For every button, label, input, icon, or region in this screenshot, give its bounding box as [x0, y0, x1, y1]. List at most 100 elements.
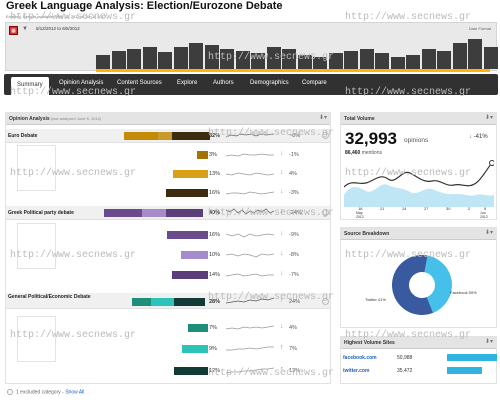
- panel-header: Opinion Analysis (last analyzed June 5, …: [6, 113, 330, 125]
- watermark: http://www.secnews.gr: [10, 12, 137, 23]
- sparkline: [226, 273, 274, 277]
- download-icon[interactable]: ⬇▾: [485, 115, 493, 122]
- download-icon[interactable]: ⬇▾: [319, 115, 327, 122]
- tick: 2: [468, 206, 471, 211]
- month-label: Jun 2012: [480, 211, 488, 219]
- panel-title: Total Volume: [344, 116, 375, 122]
- arrow-down-icon: ↓: [280, 323, 284, 330]
- arrow-down-icon: ↓: [469, 134, 472, 140]
- tab-demographics[interactable]: Demographics: [250, 80, 289, 86]
- bar: [167, 231, 208, 239]
- mentions-label: mentions: [361, 150, 382, 156]
- timeline-bar: [437, 51, 451, 69]
- site-bar: [447, 367, 482, 374]
- row-pct: 3%: [209, 152, 217, 158]
- latest-point[interactable]: [489, 160, 495, 166]
- stack-segment: [166, 209, 203, 217]
- panel-title: Opinion Analysis: [9, 116, 50, 122]
- watermark: http://www.secnews.gr: [208, 52, 335, 63]
- row-change: -8%: [289, 252, 299, 258]
- arrow-down-icon: ↓: [280, 230, 284, 237]
- panel-header: Source Breakdown ⬇▾: [341, 228, 496, 240]
- bar: [173, 170, 208, 178]
- bar: [188, 324, 208, 332]
- panel-header: Total Volume ⬇▾: [341, 113, 496, 125]
- site-link[interactable]: twitter.com: [343, 368, 369, 374]
- row-change: -9%: [289, 232, 299, 238]
- circle-icon: [7, 389, 13, 395]
- tick: 24: [402, 206, 407, 211]
- opinion-analysis-panel: Opinion Analysis (last analyzed June 5, …: [5, 112, 331, 384]
- watermark: http://www.secnews.gr: [345, 87, 472, 98]
- bar: [172, 271, 208, 279]
- watermark: http://www.secnews.gr: [208, 292, 335, 303]
- timeline-bar: [173, 47, 188, 69]
- tab-compare[interactable]: Compare: [302, 80, 327, 86]
- mentions-count: 86,460: [345, 150, 361, 156]
- download-icon[interactable]: ⬇▾: [485, 230, 493, 237]
- watermark: http://www.secnews.gr: [345, 168, 472, 179]
- stack-segment: [142, 209, 166, 217]
- row-pct: 10%: [209, 252, 221, 258]
- timeline-slider-track[interactable]: [96, 69, 490, 72]
- calendar-icon[interactable]: ▦: [9, 26, 18, 35]
- sparkline: [226, 253, 274, 258]
- timeline-bar: [96, 55, 110, 69]
- opinions-label: opinions: [404, 137, 429, 144]
- highest-volume-sites-panel: Highest Volume Sites ⬇▾ facebook.com 50,…: [340, 336, 497, 384]
- page-title: Greek Language Analysis: Election/Eurozo…: [6, 0, 283, 12]
- volume-chart: [344, 160, 495, 207]
- mentions-area: [344, 184, 494, 207]
- tab-explore[interactable]: Explore: [177, 80, 197, 86]
- site-link[interactable]: facebook.com: [343, 355, 377, 361]
- category-label: General Political/Economic Debate: [8, 294, 91, 300]
- watermark: http://www.secnews.gr: [10, 330, 137, 341]
- tick: 27: [424, 206, 429, 211]
- timeline-bar: [142, 47, 157, 69]
- row-pct: 7%: [209, 325, 217, 331]
- volume-change: ↓ -41%: [469, 134, 488, 140]
- row-pct: 16%: [209, 190, 221, 196]
- sparkline: [226, 153, 274, 157]
- date-format-link[interactable]: Date Format: [469, 26, 491, 31]
- category-label: Euro Debate: [8, 133, 38, 139]
- watermark: http://www.secnews.gr: [345, 12, 472, 23]
- excluded-text: 1 excluded category -: [16, 389, 64, 396]
- show-all-link[interactable]: Show All: [65, 389, 84, 395]
- row-pct: 16%: [209, 232, 221, 238]
- excluded-footer: 1 excluded category - Show All: [7, 389, 84, 395]
- row-pct: 14%: [209, 272, 221, 278]
- timeline-bar: [344, 51, 358, 69]
- tab-opinion-analysis[interactable]: Opinion Analysis: [59, 80, 103, 86]
- timeline-bar: [421, 49, 436, 69]
- sparkline: [226, 191, 274, 195]
- arrow-down-icon: ↓: [280, 270, 284, 277]
- timeline-bar: [189, 43, 203, 69]
- slice-label: Facebook 59%: [450, 290, 477, 295]
- stack-segment: [124, 132, 158, 140]
- timeline-bar: [359, 49, 374, 69]
- opinions-count: 32,993: [345, 129, 397, 148]
- watermark: http://www.secnews.gr: [345, 250, 472, 261]
- watermark: http://www.secnews.gr: [208, 128, 335, 139]
- tab-content-sources[interactable]: Content Sources: [117, 80, 162, 86]
- date-range[interactable]: 5/12/2012 to 6/5/2012: [36, 26, 80, 31]
- row-change: -1%: [289, 152, 299, 158]
- watermark: http://www.secnews.gr: [345, 330, 472, 341]
- tab-authors[interactable]: Authors: [213, 80, 234, 86]
- download-icon[interactable]: ⬇▾: [485, 339, 493, 346]
- timeline-bar: [158, 52, 172, 69]
- sparkline: [226, 233, 274, 238]
- category-label: Greek Political party debate: [8, 210, 74, 216]
- row-change: -7%: [289, 272, 299, 278]
- panel-title: Source Breakdown: [344, 231, 390, 237]
- chevron-down-icon[interactable]: ▼: [22, 26, 28, 32]
- arrow-down-icon: ↓: [280, 150, 284, 157]
- arrow-down-icon: ↓: [280, 188, 284, 195]
- watermark: http://www.secnews.gr: [208, 368, 335, 379]
- timeline-bar: [375, 53, 389, 69]
- bar: [166, 189, 208, 197]
- bar: [174, 367, 208, 375]
- timeline-bar: [452, 43, 467, 69]
- bar: [197, 151, 208, 159]
